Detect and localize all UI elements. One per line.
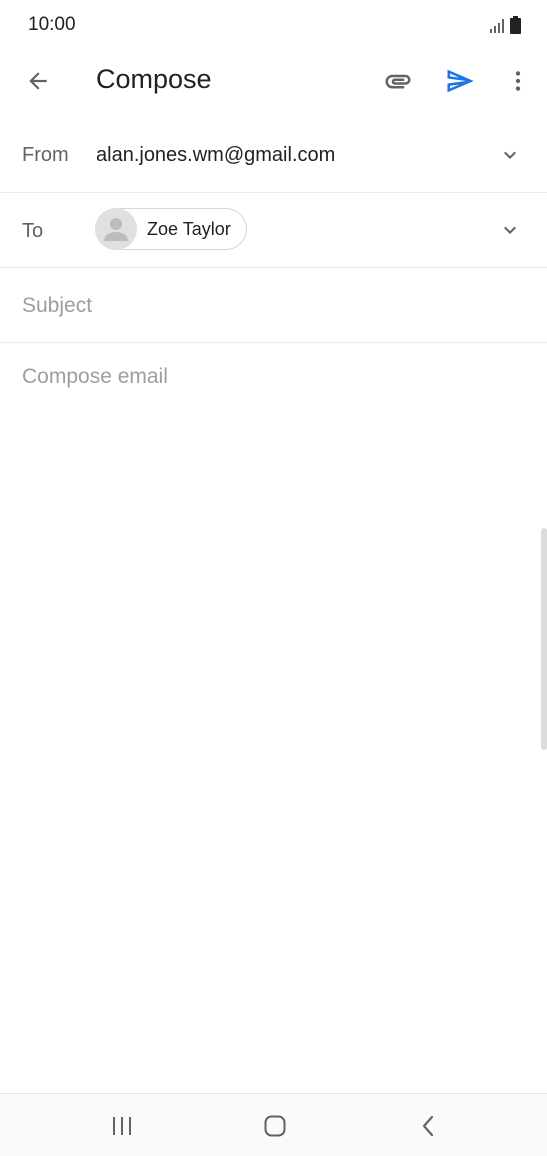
subject-input[interactable] bbox=[22, 292, 522, 320]
recents-button[interactable] bbox=[102, 1108, 142, 1144]
recipient-name: Zoe Taylor bbox=[147, 218, 231, 239]
scrollbar[interactable] bbox=[541, 528, 547, 750]
avatar bbox=[95, 208, 137, 250]
attach-button[interactable] bbox=[376, 59, 420, 103]
from-expand-button[interactable] bbox=[495, 140, 525, 170]
status-bar: 10:00 bbox=[0, 0, 547, 52]
back-button[interactable] bbox=[16, 59, 60, 103]
battery-icon bbox=[510, 16, 521, 34]
to-expand-button[interactable] bbox=[495, 215, 525, 245]
compose-screen: 10:00 Compose From alan.jones.wm@gmail.c… bbox=[0, 0, 547, 1156]
more-options-button[interactable] bbox=[496, 59, 540, 103]
more-vert-icon bbox=[515, 71, 521, 91]
to-row: To Zoe Taylor bbox=[0, 193, 547, 268]
page-title: Compose bbox=[96, 64, 212, 94]
chevron-down-icon bbox=[504, 226, 516, 234]
signal-icon bbox=[490, 19, 504, 33]
compose-body-input[interactable] bbox=[22, 362, 522, 1062]
from-address[interactable]: alan.jones.wm@gmail.com bbox=[96, 144, 335, 167]
home-icon bbox=[264, 1115, 286, 1137]
app-bar: Compose bbox=[0, 52, 547, 110]
back-icon bbox=[422, 1115, 434, 1137]
person-icon bbox=[104, 218, 128, 241]
chevron-down-icon bbox=[504, 151, 516, 159]
send-icon bbox=[447, 69, 474, 93]
from-label: From bbox=[22, 144, 69, 166]
send-button[interactable] bbox=[438, 59, 482, 103]
from-row: From alan.jones.wm@gmail.com bbox=[0, 118, 547, 193]
subject-row bbox=[0, 268, 547, 343]
recents-icon bbox=[113, 1117, 131, 1135]
paperclip-icon bbox=[385, 74, 411, 89]
nav-back-button[interactable] bbox=[408, 1108, 448, 1144]
recipient-chip[interactable]: Zoe Taylor bbox=[95, 208, 247, 250]
arrow-left-icon bbox=[29, 72, 47, 90]
home-button[interactable] bbox=[255, 1108, 295, 1144]
to-label: To bbox=[22, 220, 44, 242]
navigation-bar bbox=[0, 1093, 547, 1156]
status-icons bbox=[489, 16, 521, 34]
status-time: 10:00 bbox=[28, 14, 76, 35]
